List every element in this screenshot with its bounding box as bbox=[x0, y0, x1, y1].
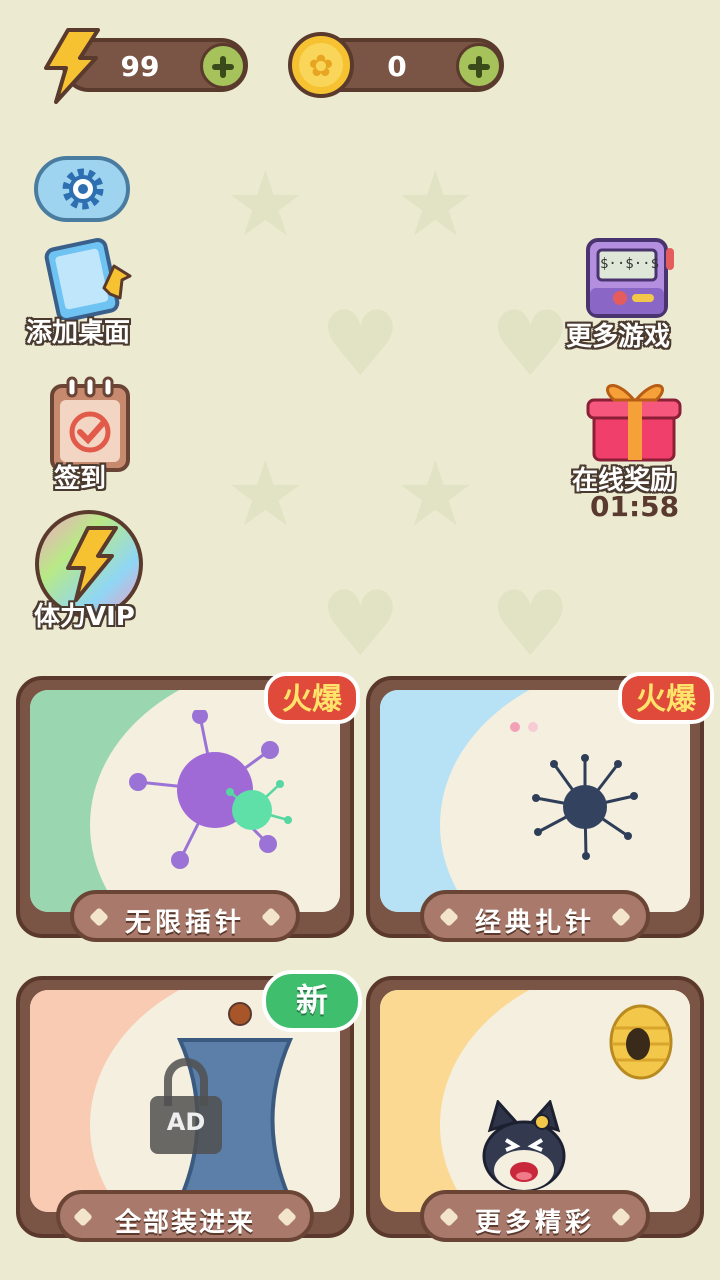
beehive-icon bbox=[609, 1004, 673, 1080]
online-reward-timer: 01:58 bbox=[590, 490, 680, 523]
add-coins-button[interactable] bbox=[456, 43, 502, 89]
vip-label: 体力VIP bbox=[34, 602, 135, 632]
more-games-label: 更多游戏 bbox=[566, 322, 671, 352]
card-title-banner: 经典扎针 bbox=[420, 890, 650, 942]
checkin-label: 签到 bbox=[54, 464, 107, 494]
checkin-button[interactable]: 签到 bbox=[44, 376, 140, 494]
online-reward-button[interactable]: 在线奖励 01:58 bbox=[566, 376, 696, 526]
ad-lock-icon: AD bbox=[150, 1058, 222, 1154]
arcade-screen-text: $··$··$ bbox=[600, 256, 660, 272]
gear-icon bbox=[62, 168, 104, 210]
classic-pin-ball-icon bbox=[532, 754, 638, 860]
add-energy-button[interactable] bbox=[200, 43, 246, 89]
card-title: 更多精彩 bbox=[474, 1208, 595, 1238]
background-star-decoration: ★ bbox=[225, 152, 306, 257]
card-artwork bbox=[380, 990, 690, 1212]
dog-face-icon bbox=[482, 1100, 566, 1192]
card-title-banner: 更多精彩 bbox=[420, 1190, 650, 1242]
hot-badge: 火爆 bbox=[264, 672, 360, 724]
background-heart-decoration: ♥ bbox=[320, 572, 401, 677]
lightning-icon bbox=[44, 28, 100, 104]
svg-text:✿: ✿ bbox=[308, 49, 333, 84]
hot-badge: 火爆 bbox=[618, 672, 714, 724]
game-card-classic-pins[interactable]: 经典扎针 火爆 bbox=[366, 672, 714, 942]
card-title: 全部装进来 bbox=[114, 1208, 255, 1238]
add-desktop-label: 添加桌面 bbox=[26, 318, 131, 348]
coin-icon: ✿ bbox=[288, 32, 354, 98]
add-desktop-button[interactable]: 添加桌面 bbox=[26, 238, 160, 350]
vip-button[interactable]: 体力VIP bbox=[30, 508, 150, 634]
game-card-more[interactable]: 更多精彩 bbox=[366, 976, 704, 1242]
ball-icon bbox=[228, 1002, 252, 1026]
game-card-infinite-pins[interactable]: 无限插针 火爆 bbox=[16, 672, 360, 942]
background-heart-decoration: ♥ bbox=[490, 292, 571, 397]
background-heart-decoration: ♥ bbox=[490, 572, 571, 677]
new-badge: 新 bbox=[262, 970, 362, 1032]
more-games-button[interactable]: $··$··$ 更多游戏 bbox=[560, 236, 700, 354]
background-star-decoration: ★ bbox=[225, 442, 306, 547]
settings-button[interactable] bbox=[34, 156, 130, 222]
background-star-decoration: ★ bbox=[395, 152, 476, 257]
card-title-banner: 无限插针 bbox=[70, 890, 300, 942]
ad-lock-text: AD bbox=[166, 1108, 206, 1136]
arcade-machine-icon bbox=[586, 238, 674, 318]
phone-icon bbox=[44, 238, 132, 320]
pin-ball-icon bbox=[129, 710, 292, 869]
game-card-fit-all[interactable]: AD 全部装进来 新 bbox=[16, 970, 362, 1242]
card-title: 无限插针 bbox=[124, 908, 245, 938]
card-title-banner: 全部装进来 bbox=[56, 1190, 314, 1242]
gift-icon bbox=[586, 384, 682, 462]
background-heart-decoration: ♥ bbox=[320, 292, 401, 397]
background-star-decoration: ★ bbox=[395, 442, 476, 547]
card-title: 经典扎针 bbox=[474, 908, 595, 938]
